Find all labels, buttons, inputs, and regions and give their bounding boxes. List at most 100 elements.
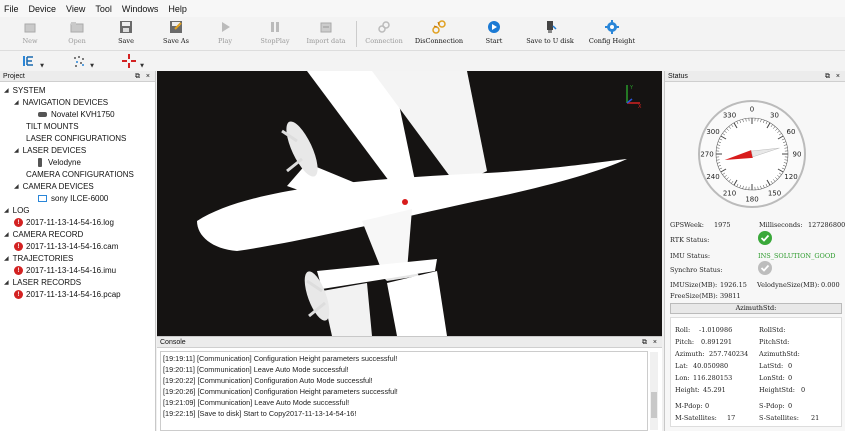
open-button[interactable]: Open [49,19,105,49]
tree-node-laser-configurations[interactable]: LASER CONFIGURATIONS [26,134,126,143]
usb-icon [542,19,558,35]
save-button[interactable]: Save [98,19,154,49]
height-label: Height: [675,386,700,394]
tree-node-laser-devices[interactable]: ◢ LASER DEVICES [14,146,86,155]
import-data-button[interactable]: Import data [298,19,354,49]
console-scrollbar[interactable] [650,352,658,430]
lon-value: 116.280153 [693,374,733,382]
tree-node-camera-configurations[interactable]: CAMERA CONFIGURATIONS [26,170,134,179]
panel-float-close-icon[interactable]: ⧉ × [135,71,152,82]
save-to-u-disk-button[interactable]: Save to U disk [522,19,578,49]
start-button[interactable]: Start [466,19,522,49]
view-mode-dropdown[interactable]: ▼ [18,53,44,69]
tree-node-camera-record[interactable]: ◢ CAMERA RECORD [4,230,83,239]
edit-view-icon [23,56,33,66]
tree-node-laser-records[interactable]: ◢ LASER RECORDS [4,278,81,287]
disconnection-button[interactable]: DisConnection [411,19,467,49]
axis-gizmo-icon: Y X [626,85,642,110]
tree-node-navigation-devices[interactable]: ◢ NAVIGATION DEVICES [14,98,108,107]
m-pdop-value: 0 [705,402,710,410]
tree-node-novatel[interactable]: Novatel KVH1750 [38,110,115,119]
m-satellites-value: 17 [727,414,736,422]
save-as-button[interactable]: Save As [148,19,204,49]
status-panel: Status ⧉ × 0 30 60 90 120 150 180 210 240 270 300 3… [664,71,845,431]
stop-play-button[interactable]: StopPlay [247,19,303,49]
console-line: [19:22:15] [Save to disk] Start to Copy2… [163,409,357,418]
pitch-label: Pitch: [675,338,695,346]
expand-arrow-icon[interactable]: ◢ [4,231,9,238]
connection-button[interactable]: Connection [356,19,412,49]
expand-arrow-icon[interactable]: ◢ [14,183,19,190]
roll-value: -1.010986 [699,326,733,334]
compass-tick-label: 180 [745,196,758,204]
tree-label: CAMERA RECORD [12,230,84,239]
menu-device[interactable]: Device [29,4,57,14]
milliseconds-label: Milliseconds: [759,221,803,229]
compass-tick-label: 210 [723,189,736,197]
tree-node-imu-file[interactable]: ! 2017-11-13-14-54-16.imu [14,266,116,275]
config-height-button[interactable]: Config Height [584,19,640,49]
expand-arrow-icon[interactable]: ◢ [4,207,9,214]
camera-device-icon [38,195,47,202]
compass-tick-label: 150 [768,189,781,197]
menu-file[interactable]: File [4,4,19,14]
record-badge-icon: ! [14,290,23,299]
expand-arrow-icon[interactable]: ◢ [4,279,9,286]
expand-arrow-icon[interactable]: ◢ [14,147,19,154]
rtk-status-label: RTK Status: [670,236,710,244]
crosshair-dropdown[interactable]: ▼ [118,53,144,69]
expand-arrow-icon[interactable]: ◢ [4,87,9,94]
imu-status-label: IMU Status: [670,252,711,260]
record-badge-icon: ! [14,218,23,227]
menu-help[interactable]: Help [168,4,187,14]
tree-node-tilt-mounts[interactable]: TILT MOUNTS [26,122,79,131]
console-line: [19:20:22] [Communication] Configuration… [163,376,373,385]
menu-tool[interactable]: Tool [95,4,112,14]
menu-windows[interactable]: Windows [122,4,159,14]
tree-node-log-file[interactable]: ! 2017-11-13-14-54-16.log [14,218,114,227]
lon-std-value: 0 [788,374,793,382]
point-cloud-dropdown[interactable]: ▼ [68,53,94,69]
azimuth-std-button[interactable]: AzimuthStd: [670,303,842,314]
tree-node-trajectories[interactable]: ◢ TRAJECTORIES [4,254,73,263]
menu-bar: File Device View Tool Windows Help [0,0,845,17]
azimuth-std-label: AzimuthStd: [759,350,800,358]
tree-node-pcap-file[interactable]: ! 2017-11-13-14-54-16.pcap [14,290,121,299]
tree-node-system[interactable]: ◢ SYSTEM [4,86,46,95]
menu-view[interactable]: View [66,4,85,14]
expand-arrow-icon[interactable]: ◢ [4,255,9,262]
tree-label: LASER DEVICES [22,146,87,155]
panel-float-close-icon[interactable]: ⧉ × [642,337,659,348]
tree-node-cam-file[interactable]: ! 2017-11-13-14-54-16.cam [14,242,118,251]
tree-label: 2017-11-13-14-54-16.pcap [26,290,121,299]
velodyne-size-value: 0.000 [821,281,840,289]
compass-tick-label: 30 [770,112,779,120]
tree-node-camera-devices[interactable]: ◢ CAMERA DEVICES [14,182,94,191]
tree-label: TRAJECTORIES [12,254,74,263]
expand-arrow-icon[interactable]: ◢ [14,99,19,106]
tree-node-velodyne[interactable]: Velodyne [38,158,81,167]
scrollbar-thumb[interactable] [651,392,657,418]
play-button[interactable]: Play [197,19,253,49]
tree-node-sony[interactable]: sony ILCE-6000 [38,194,108,203]
3d-viewport[interactable]: Y X [157,71,662,336]
chevron-down-icon: ▼ [40,63,44,69]
tree-label: 2017-11-13-14-54-16.cam [26,242,119,251]
check-ok-icon [758,231,772,245]
compass-tick-label: 240 [706,173,719,181]
s-pdop-label: S-Pdop: [759,402,785,410]
start-icon [486,19,502,35]
tree-label: 2017-11-13-14-54-16.log [26,218,114,227]
tree-label: SYSTEM [12,86,46,95]
imu-size-label: IMUSize(MB): [670,281,718,289]
status-panel-title: Status [668,73,688,80]
free-size-value: 39811 [720,292,741,300]
crosshair-icon [122,54,136,68]
height-std-value: 0 [801,386,806,394]
tree-node-log[interactable]: ◢ LOG [4,206,30,215]
roll-label: Roll: [675,326,691,334]
console-panel: Console ⧉ × [19:19:11] [Communication] C… [157,336,662,431]
tree-label: TILT MOUNTS [26,122,79,131]
panel-float-close-icon[interactable]: ⧉ × [825,71,842,82]
console-line: [19:20:11] [Communication] Leave Auto Mo… [163,365,349,374]
